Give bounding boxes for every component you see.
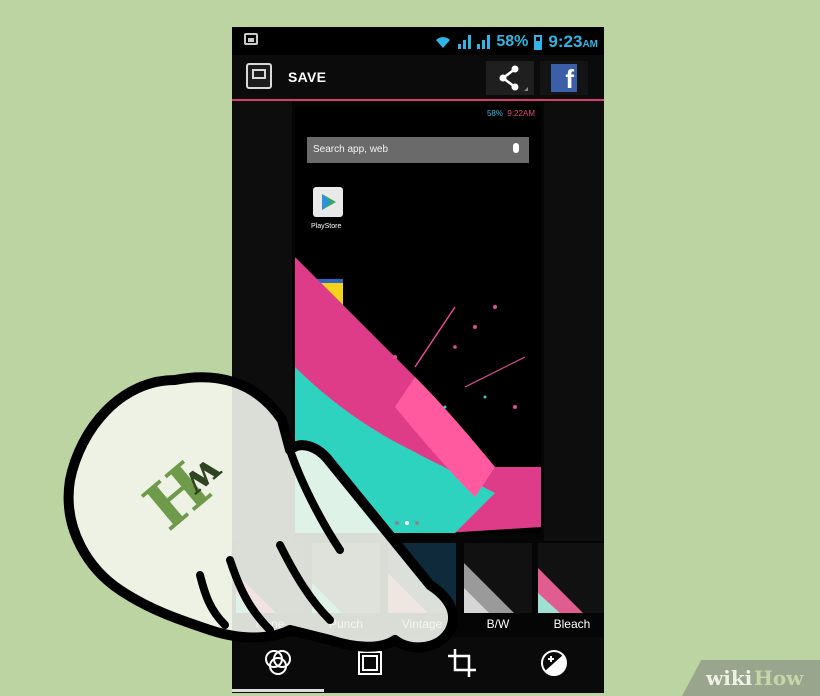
page-dot (395, 521, 399, 525)
action-bar: SAVE f (232, 55, 604, 101)
wikihow-watermark: wiki How (682, 660, 820, 696)
svg-text:w: w (175, 448, 234, 508)
svg-text:H: H (131, 448, 226, 544)
filter-vintage[interactable]: Vintage (386, 541, 458, 637)
filter-label: Punch (328, 617, 364, 631)
signal-icon (458, 35, 472, 49)
share-button[interactable] (486, 61, 534, 95)
frames-icon (358, 651, 382, 675)
facebook-icon: f (551, 64, 577, 94)
filter-label: B/W (486, 617, 510, 631)
watermark-wiki: wiki (706, 666, 753, 690)
page-dot-active (405, 521, 409, 525)
clock-ampm: AM (582, 39, 598, 50)
crop-tool-button[interactable] (444, 645, 480, 681)
filter-strip: None Punch Vintage B/W Bleach (232, 541, 604, 637)
frames-tool-button[interactable] (352, 645, 388, 681)
enhance-tool-button[interactable] (536, 645, 572, 681)
photo-preview[interactable]: 58% 9:22AM Search app, web PlayStore (232, 101, 604, 541)
share-icon (499, 65, 528, 91)
screenshot-canvas: 58% 9:23AM SAVE f 58% 9:22AM Search app,… (0, 0, 820, 696)
signal-2-icon (477, 35, 491, 49)
filter-thumbnail (312, 543, 380, 613)
filter-bleach[interactable]: Bleach (536, 541, 604, 637)
editor-toolbar (232, 637, 604, 693)
battery-percent: 58% (496, 33, 529, 50)
screenshot-image: 58% 9:22AM Search app, web PlayStore (295, 107, 541, 533)
photo-editor-icon[interactable] (246, 63, 272, 89)
wikihow-logo-icon: H w (131, 448, 234, 544)
filter-thumbnail (388, 543, 456, 613)
filters-tool-button[interactable] (260, 645, 296, 681)
preview-left-edge (232, 101, 292, 541)
filter-label: None (255, 617, 285, 631)
save-button[interactable]: SAVE (288, 69, 326, 85)
page-dot (415, 521, 419, 525)
page-indicator (395, 521, 419, 525)
preview-right-edge (544, 101, 604, 541)
clock-time: 9:23 (548, 32, 583, 51)
filter-thumbnail (236, 543, 304, 613)
filter-label: Bleach (553, 617, 591, 631)
clock: 9:23AM (548, 32, 598, 52)
facebook-button[interactable]: f (540, 61, 588, 95)
battery-icon (534, 34, 543, 50)
watermark-how: How (754, 666, 804, 690)
filter-thumbnail (538, 543, 604, 613)
crop-icon (448, 649, 476, 677)
filter-punch[interactable]: Punch (310, 541, 382, 637)
status-icons: 58% 9:23AM (434, 32, 598, 52)
filter-label: Vintage (401, 617, 443, 631)
notification-image-icon (244, 33, 258, 45)
status-bar: 58% 9:23AM (232, 27, 604, 55)
splash-wallpaper (295, 257, 541, 533)
filter-none[interactable]: None (234, 541, 306, 637)
wifi-icon (436, 37, 451, 48)
enhance-icon (541, 650, 567, 676)
filters-icon (265, 650, 291, 675)
phone-screen: 58% 9:23AM SAVE f 58% 9:22AM Search app,… (232, 27, 604, 693)
filter-bw[interactable]: B/W (462, 541, 534, 637)
filter-thumbnail (464, 543, 532, 613)
active-tool-indicator (232, 689, 324, 692)
